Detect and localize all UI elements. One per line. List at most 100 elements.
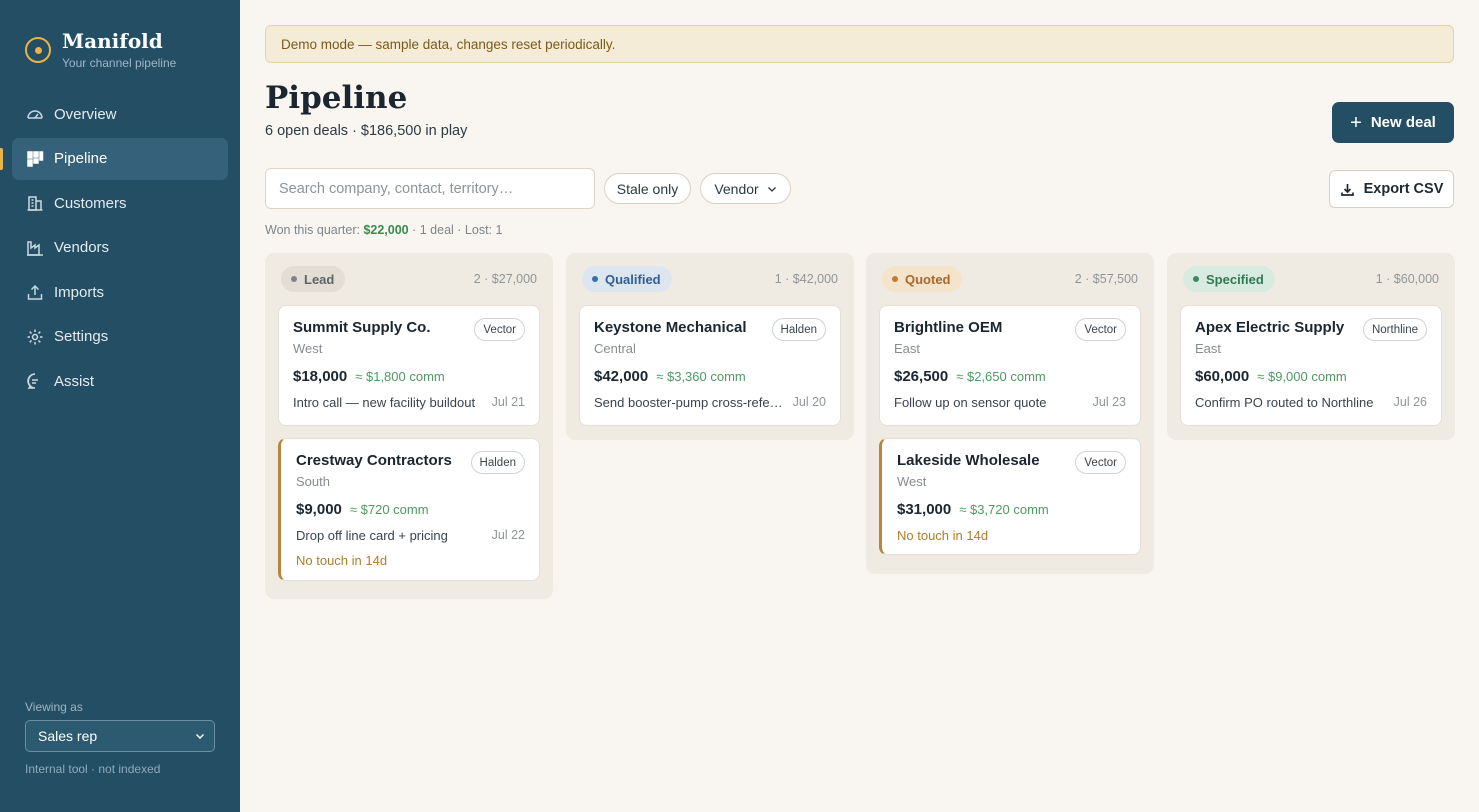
status-dot bbox=[291, 276, 297, 282]
sidebar-item-assist[interactable]: Assist bbox=[12, 360, 228, 402]
summary-prefix: Won this quarter: bbox=[265, 223, 360, 237]
upload-icon bbox=[26, 283, 44, 301]
sidebar: Manifold Your channel pipeline Overview … bbox=[0, 0, 240, 812]
role-select-value: Sales rep bbox=[38, 728, 98, 744]
stale-only-toggle[interactable]: Stale only bbox=[604, 173, 691, 204]
sidebar-item-label: Settings bbox=[54, 328, 109, 345]
status-dot bbox=[892, 276, 898, 282]
deal-next-step: Drop off line card + pricing bbox=[296, 528, 448, 543]
sidebar-footnote: Internal tool · not indexed bbox=[25, 762, 161, 776]
deal-commission: ≈ $9,000 comm bbox=[1257, 369, 1347, 384]
gauge-icon bbox=[26, 105, 44, 123]
sidebar-item-pipeline[interactable]: Pipeline bbox=[0, 137, 228, 180]
sidebar-item-label: Customers bbox=[54, 194, 127, 212]
deal-card[interactable]: Apex Electric Supply Northline East $60,… bbox=[1180, 305, 1442, 426]
stage-label: Specified bbox=[1206, 271, 1264, 287]
vendor-tag: Vector bbox=[1075, 318, 1126, 341]
deal-card[interactable]: Summit Supply Co. Vector West $18,000 ≈ … bbox=[278, 305, 540, 426]
status-dot bbox=[592, 276, 598, 282]
deal-card[interactable]: Lakeside Wholesale Vector West $31,000 ≈… bbox=[879, 438, 1141, 555]
download-icon bbox=[1340, 183, 1354, 196]
vendor-tag: Halden bbox=[771, 318, 826, 341]
brand[interactable]: Manifold Your channel pipeline bbox=[25, 28, 176, 70]
app-tagline: Your channel pipeline bbox=[62, 56, 177, 70]
deal-amount: $42,000 bbox=[594, 368, 649, 385]
sidebar-item-vendors[interactable]: Vendors bbox=[12, 227, 228, 269]
sidebar-item-label: Imports bbox=[54, 283, 105, 301]
vendor-tag: Halden bbox=[470, 451, 525, 474]
stale-warning: No touch in 14d bbox=[296, 553, 388, 568]
deal-card[interactable]: Crestway Contractors Halden South $9,000… bbox=[278, 438, 540, 581]
vendor-tag: Northline bbox=[1362, 318, 1427, 341]
sidebar-item-label: Vendors bbox=[54, 239, 110, 256]
deal-next-step: Send booster-pump cross-refer… bbox=[594, 395, 784, 410]
stale-only-label: Stale only bbox=[616, 180, 679, 197]
deal-amount: $31,000 bbox=[897, 501, 952, 518]
deal-region: Central bbox=[594, 341, 636, 356]
deal-date: Jul 23 bbox=[1092, 395, 1126, 409]
search-input[interactable] bbox=[265, 168, 595, 209]
summary-suffix: · 1 deal · Lost: 1 bbox=[412, 223, 503, 237]
stage-label: Qualified bbox=[605, 271, 661, 287]
column-count: 2 · $27,000 bbox=[473, 272, 537, 286]
sidebar-item-label: Pipeline bbox=[54, 150, 108, 167]
chevron-down-icon bbox=[195, 733, 205, 740]
role-select[interactable]: Sales rep bbox=[25, 720, 215, 752]
deal-date: Jul 22 bbox=[491, 528, 525, 542]
deal-card[interactable]: Brightline OEM Vector East $26,500 ≈ $2,… bbox=[879, 305, 1141, 426]
gear-icon bbox=[26, 328, 44, 346]
sidebar-item-overview[interactable]: Overview bbox=[12, 93, 228, 135]
page-title: Pipeline bbox=[265, 80, 408, 116]
plus-icon: + bbox=[1350, 111, 1362, 134]
deal-commission: ≈ $3,360 comm bbox=[656, 369, 746, 384]
won-amount: $22,000 bbox=[363, 223, 409, 237]
deal-amount: $60,000 bbox=[1195, 368, 1250, 385]
deal-amount: $18,000 bbox=[293, 368, 348, 385]
status-dot bbox=[1193, 276, 1199, 282]
deal-next-step: Follow up on sensor quote bbox=[894, 395, 1047, 410]
vendor-filter-label: Vendor bbox=[714, 180, 759, 197]
demo-banner: Demo mode — sample data, changes reset p… bbox=[265, 25, 1454, 63]
stage-badge-qualified: Qualified bbox=[582, 266, 672, 292]
viewing-as-label: Viewing as bbox=[25, 700, 83, 714]
column-count: 1 · $42,000 bbox=[774, 272, 838, 286]
kanban-icon bbox=[26, 150, 44, 168]
quarter-summary: Won this quarter: $22,000 · 1 deal · Los… bbox=[265, 223, 502, 237]
logo-icon bbox=[25, 37, 51, 63]
factory-icon bbox=[26, 239, 44, 257]
deal-region: East bbox=[894, 341, 921, 356]
column-quoted: Quoted 2 · $57,500 Brightline OEM Vector… bbox=[866, 253, 1154, 574]
sidebar-item-imports[interactable]: Imports bbox=[12, 271, 228, 313]
deal-next-step: Confirm PO routed to Northline bbox=[1195, 395, 1374, 410]
deal-commission: ≈ $2,650 comm bbox=[956, 369, 1046, 384]
stale-warning: No touch in 14d bbox=[897, 528, 989, 543]
sidebar-nav: Overview Pipeline Customers Vendors Impo… bbox=[0, 93, 228, 405]
sidebar-item-settings[interactable]: Settings bbox=[12, 316, 228, 358]
deal-region: West bbox=[293, 341, 323, 356]
new-deal-button[interactable]: + New deal bbox=[1332, 102, 1454, 143]
stage-label: Lead bbox=[304, 271, 335, 287]
sidebar-item-label: Assist bbox=[54, 372, 95, 390]
vendor-filter[interactable]: Vendor bbox=[700, 173, 791, 204]
vendor-tag: Vector bbox=[1075, 451, 1126, 474]
page-subtitle: 6 open deals · $186,500 in play bbox=[265, 123, 468, 139]
stage-label: Quoted bbox=[905, 271, 951, 287]
sidebar-item-customers[interactable]: Customers bbox=[12, 182, 228, 224]
deal-card[interactable]: Keystone Mechanical Halden Central $42,0… bbox=[579, 305, 841, 426]
column-qualified: Qualified 1 · $42,000 Keystone Mechanica… bbox=[566, 253, 854, 440]
column-lead: Lead 2 · $27,000 Summit Supply Co. Vecto… bbox=[265, 253, 553, 599]
deal-date: Jul 26 bbox=[1393, 395, 1427, 409]
deal-next-step: Intro call — new facility buildout bbox=[293, 395, 476, 410]
column-specified: Specified 1 · $60,000 Apex Electric Supp… bbox=[1167, 253, 1455, 440]
sidebar-item-label: Overview bbox=[54, 105, 117, 123]
stage-badge-specified: Specified bbox=[1183, 266, 1275, 292]
export-csv-button[interactable]: Export CSV bbox=[1329, 170, 1454, 208]
deal-commission: ≈ $1,800 comm bbox=[355, 369, 445, 384]
vendor-tag: Vector bbox=[474, 318, 525, 341]
deal-commission: ≈ $720 comm bbox=[349, 502, 429, 517]
chat-icon bbox=[26, 372, 44, 390]
deal-date: Jul 21 bbox=[491, 395, 525, 409]
deal-amount: $26,500 bbox=[894, 368, 949, 385]
deal-region: West bbox=[897, 474, 927, 489]
deal-amount: $9,000 bbox=[296, 501, 342, 518]
